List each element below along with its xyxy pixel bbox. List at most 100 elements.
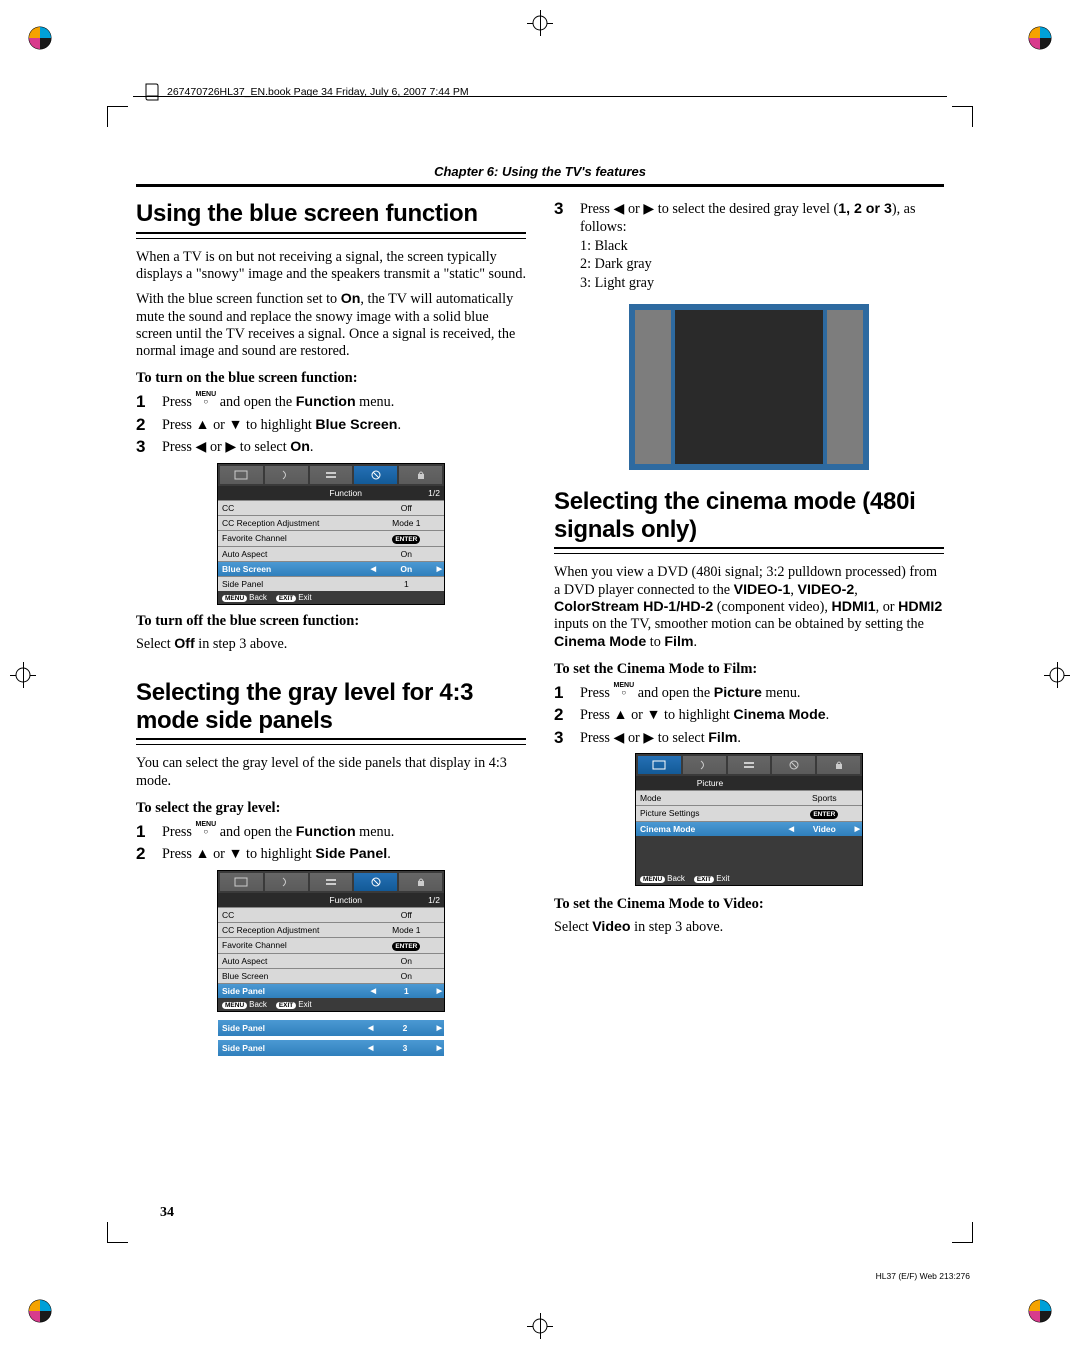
tab-lock-icon bbox=[399, 466, 442, 484]
rule bbox=[136, 238, 526, 239]
color-target-bl bbox=[28, 1299, 52, 1323]
subhead-cinema-video: To set the Cinema Mode to Video: bbox=[554, 896, 944, 913]
text: in step 3 above. bbox=[195, 636, 288, 652]
menu-category-label: Picture bbox=[636, 776, 784, 790]
arrow-left-icon: ◀ bbox=[371, 565, 376, 573]
step-number: 2 bbox=[136, 416, 150, 433]
color-target-tr bbox=[1028, 26, 1052, 50]
enter-pill: ENTER bbox=[810, 810, 838, 819]
step-text: Press ▲ or ▼ to highlight Cinema Mode. bbox=[580, 706, 829, 724]
arrow-right-icon: ▶ bbox=[437, 1044, 442, 1052]
registration-mark-bottom bbox=[527, 1313, 553, 1339]
text: and open the bbox=[216, 394, 296, 410]
row-value: Mode 1 bbox=[369, 923, 444, 937]
menu-row-selected: Side Panel◀1▶ bbox=[218, 983, 444, 998]
row-label: CC bbox=[218, 908, 369, 922]
label-off: Off bbox=[174, 636, 195, 652]
tab-picture-icon bbox=[220, 466, 263, 484]
subhead-cinema-film: To set the Cinema Mode to Film: bbox=[554, 661, 944, 678]
text: , bbox=[854, 582, 858, 598]
menu-button-icon: MENU○ bbox=[196, 391, 217, 406]
menu-key-pill: MENU bbox=[222, 1002, 247, 1009]
tab-setup-icon bbox=[310, 466, 353, 484]
row-label: Favorite Channel bbox=[218, 938, 369, 953]
registration-mark-left bbox=[10, 662, 36, 688]
row-value: ENTER bbox=[369, 938, 444, 953]
tab-setup-icon bbox=[728, 756, 771, 774]
row-label: Favorite Channel bbox=[218, 531, 369, 546]
menu-row-selected: Blue Screen◀On▶ bbox=[218, 561, 444, 576]
steps-gray-level-select: 3 Press ◀ or ▶ to select the desired gra… bbox=[554, 200, 944, 292]
row-label: Side Panel bbox=[218, 1040, 366, 1056]
tab-picture-icon bbox=[220, 873, 263, 891]
menu-row: Side Panel1 bbox=[218, 576, 444, 591]
row-label: Side Panel bbox=[218, 577, 369, 591]
exit-key-pill: EXIT bbox=[694, 876, 714, 883]
menu-button-icon: MENU○ bbox=[196, 821, 217, 836]
label-video: Video bbox=[592, 919, 630, 935]
tab-function-icon bbox=[772, 756, 815, 774]
registration-mark-right bbox=[1044, 662, 1070, 688]
label-blue-screen: Blue Screen bbox=[315, 417, 397, 433]
section-title-cinema-mode: Selecting the cinema mode (480i signals … bbox=[554, 488, 944, 543]
menu-function-blue-screen: Function 1/2 CCOff CC Reception Adjustme… bbox=[217, 463, 445, 605]
steps-blue-on: 1 Press MENU○ and open the Function menu… bbox=[136, 393, 526, 456]
row-label: Auto Aspect bbox=[218, 954, 369, 968]
step-text: Press ▲ or ▼ to highlight Blue Screen. bbox=[162, 416, 401, 434]
row-value: ENTER bbox=[787, 806, 862, 821]
label-hdmi1: HDMI1 bbox=[831, 599, 875, 615]
label-cinema-mode: Cinema Mode bbox=[733, 707, 825, 723]
cinema-video-text: Select Video in step 3 above. bbox=[554, 919, 944, 936]
side-panel-left bbox=[635, 310, 671, 464]
row-value: Mode 1 bbox=[369, 516, 444, 530]
text: Press ◀ or ▶ to select bbox=[580, 730, 708, 746]
side-panel-option-2: Side Panel ◀2▶ bbox=[218, 1020, 444, 1036]
row-label: Cinema Mode bbox=[636, 822, 787, 836]
label-colorstream: ColorStream HD-1/HD-2 bbox=[554, 599, 713, 615]
menu-page-indicator bbox=[784, 776, 862, 790]
chapter-header: Chapter 6: Using the TV's features bbox=[136, 164, 944, 179]
label-hdmi2: HDMI2 bbox=[898, 599, 942, 615]
menu-footer: MENUBack EXITExit bbox=[636, 872, 862, 885]
crop-mark-br bbox=[952, 1222, 973, 1243]
section-title-blue-screen: Using the blue screen function bbox=[136, 200, 526, 228]
tab-audio-icon bbox=[265, 466, 308, 484]
rule bbox=[554, 553, 944, 554]
footer-code: HL37 (E/F) Web 213:276 bbox=[876, 1271, 970, 1281]
text: , bbox=[790, 582, 797, 598]
row-value: ◀2▶ bbox=[366, 1020, 444, 1036]
menu-category-row: Function 1/2 bbox=[218, 486, 444, 500]
text: . bbox=[694, 634, 698, 650]
menu-function-side-panel: Function 1/2 CCOff CC Reception Adjustme… bbox=[217, 870, 445, 1012]
menu-row: Favorite Channel ENTER bbox=[218, 530, 444, 546]
side-panel-option-3: Side Panel ◀3▶ bbox=[218, 1040, 444, 1056]
label-function: Function bbox=[296, 824, 356, 840]
label-film: Film bbox=[708, 730, 737, 746]
step-number: 3 bbox=[554, 200, 568, 217]
text: Press bbox=[162, 824, 196, 840]
row-label: CC bbox=[218, 501, 369, 515]
row-value-text: Video bbox=[813, 824, 836, 834]
step-number: 2 bbox=[136, 845, 150, 862]
arrow-left-icon: ◀ bbox=[368, 1024, 373, 1032]
row-label: Blue Screen bbox=[218, 562, 369, 576]
color-target-tl bbox=[28, 26, 52, 50]
text: Press bbox=[162, 394, 196, 410]
menu-row: Auto AspectOn bbox=[218, 546, 444, 561]
tab-setup-icon bbox=[310, 873, 353, 891]
text: Press ◀ or ▶ to select the desired gray … bbox=[580, 201, 838, 217]
arrow-right-icon: ▶ bbox=[855, 825, 860, 833]
text: Press ▲ or ▼ to highlight bbox=[162, 417, 315, 433]
step-number: 3 bbox=[554, 729, 568, 746]
menu-row: CCOff bbox=[218, 500, 444, 515]
subhead-turn-on-blue: To turn on the blue screen function: bbox=[136, 370, 526, 387]
text: Press ◀ or ▶ to select bbox=[162, 439, 290, 455]
text: . bbox=[397, 417, 401, 433]
enter-pill: ENTER bbox=[392, 535, 420, 544]
menu-row-selected: Cinema Mode◀Video▶ bbox=[636, 821, 862, 836]
row-value: On bbox=[369, 954, 444, 968]
menu-row: CC Reception AdjustmentMode 1 bbox=[218, 515, 444, 530]
footer-exit-label: Exit bbox=[716, 874, 729, 883]
crop-mark-tl bbox=[107, 106, 128, 127]
step-text: Press ▲ or ▼ to highlight Side Panel. bbox=[162, 845, 391, 863]
